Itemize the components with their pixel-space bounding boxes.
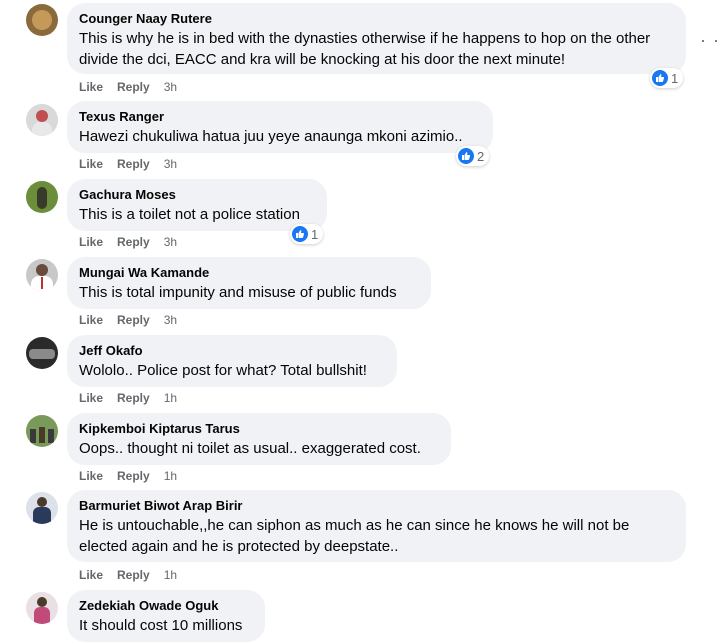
- more-options-icon[interactable]: · ·: [700, 30, 720, 51]
- avatar[interactable]: [26, 492, 58, 524]
- comment-time[interactable]: 1h: [164, 469, 177, 483]
- comment-author[interactable]: Zedekiah Owade Oguk: [79, 598, 253, 614]
- comment-text: Wololo.. Police post for what? Total bul…: [79, 362, 367, 379]
- comment-text: This is total impunity and misuse of pub…: [79, 284, 397, 301]
- comment-author[interactable]: Gachura Moses: [79, 187, 315, 203]
- reaction-count[interactable]: 1: [650, 68, 684, 88]
- avatar[interactable]: [26, 181, 58, 213]
- comment-actions: Like Reply 3h: [79, 313, 191, 327]
- avatar[interactable]: [26, 415, 58, 447]
- comment-actions: Like Reply 1h: [79, 391, 191, 405]
- comment-text: This is a toilet not a police station: [79, 206, 300, 223]
- avatar[interactable]: [26, 4, 58, 36]
- comment-time[interactable]: 1h: [164, 391, 177, 405]
- comment-text: It should cost 10 millions: [79, 617, 243, 634]
- reply-button[interactable]: Reply: [117, 157, 150, 171]
- thumbs-up-icon: [458, 148, 474, 164]
- comment-author[interactable]: Counger Naay Rutere: [79, 11, 674, 27]
- comment-bubble: Kipkemboi Kiptarus Tarus Oops.. thought …: [67, 413, 451, 465]
- comment-author[interactable]: Kipkemboi Kiptarus Tarus: [79, 421, 439, 437]
- comment-time[interactable]: 1h: [164, 568, 177, 582]
- avatar[interactable]: [26, 104, 58, 136]
- thumbs-up-icon: [292, 226, 308, 242]
- reaction-count[interactable]: 2: [456, 146, 490, 166]
- comment-actions: Like Reply 1h: [79, 469, 191, 483]
- reaction-count[interactable]: 1: [290, 224, 324, 244]
- like-button[interactable]: Like: [79, 313, 103, 327]
- like-button[interactable]: Like: [79, 568, 103, 582]
- comment-bubble: Jeff Okafo Wololo.. Police post for what…: [67, 335, 397, 387]
- comment-time[interactable]: 3h: [164, 80, 177, 94]
- comment-actions: Like Reply 1h: [79, 568, 191, 582]
- avatar[interactable]: [26, 592, 58, 624]
- comment-text: Hawezi chukuliwa hatua juu yeye anaunga …: [79, 128, 463, 145]
- like-button[interactable]: Like: [79, 157, 103, 171]
- like-button[interactable]: Like: [79, 80, 103, 94]
- reply-button[interactable]: Reply: [117, 469, 150, 483]
- comment-bubble: Texus Ranger Hawezi chukuliwa hatua juu …: [67, 101, 493, 153]
- comment-actions: Like Reply 3h: [79, 235, 191, 249]
- comment-bubble: Barmuriet Biwot Arap Birir He is untouch…: [67, 490, 686, 562]
- comment-text: Oops.. thought ni toilet as usual.. exag…: [79, 440, 421, 457]
- comment-author[interactable]: Texus Ranger: [79, 109, 481, 125]
- reply-button[interactable]: Reply: [117, 313, 150, 327]
- thumbs-up-icon: [652, 70, 668, 86]
- comment-actions: Like Reply 3h: [79, 80, 191, 94]
- reply-button[interactable]: Reply: [117, 80, 150, 94]
- comment-time[interactable]: 3h: [164, 157, 177, 171]
- comment-actions: Like Reply 3h: [79, 157, 191, 171]
- reply-button[interactable]: Reply: [117, 235, 150, 249]
- comment-bubble: Zedekiah Owade Oguk It should cost 10 mi…: [67, 590, 265, 642]
- avatar[interactable]: [26, 259, 58, 291]
- avatar[interactable]: [26, 337, 58, 369]
- comment-bubble: Gachura Moses This is a toilet not a pol…: [67, 179, 327, 231]
- comment-bubble: Mungai Wa Kamande This is total impunity…: [67, 257, 431, 309]
- reply-button[interactable]: Reply: [117, 568, 150, 582]
- comment-author[interactable]: Mungai Wa Kamande: [79, 265, 419, 281]
- reply-button[interactable]: Reply: [117, 391, 150, 405]
- comment-author[interactable]: Barmuriet Biwot Arap Birir: [79, 498, 674, 514]
- comment-time[interactable]: 3h: [164, 235, 177, 249]
- like-button[interactable]: Like: [79, 391, 103, 405]
- like-button[interactable]: Like: [79, 235, 103, 249]
- comment-time[interactable]: 3h: [164, 313, 177, 327]
- comment-author[interactable]: Jeff Okafo: [79, 343, 385, 359]
- like-button[interactable]: Like: [79, 469, 103, 483]
- comment-text: This is why he is in bed with the dynast…: [79, 30, 655, 68]
- comment-text: He is untouchable,,he can siphon as much…: [79, 517, 634, 555]
- comment-bubble: Counger Naay Rutere This is why he is in…: [67, 3, 686, 74]
